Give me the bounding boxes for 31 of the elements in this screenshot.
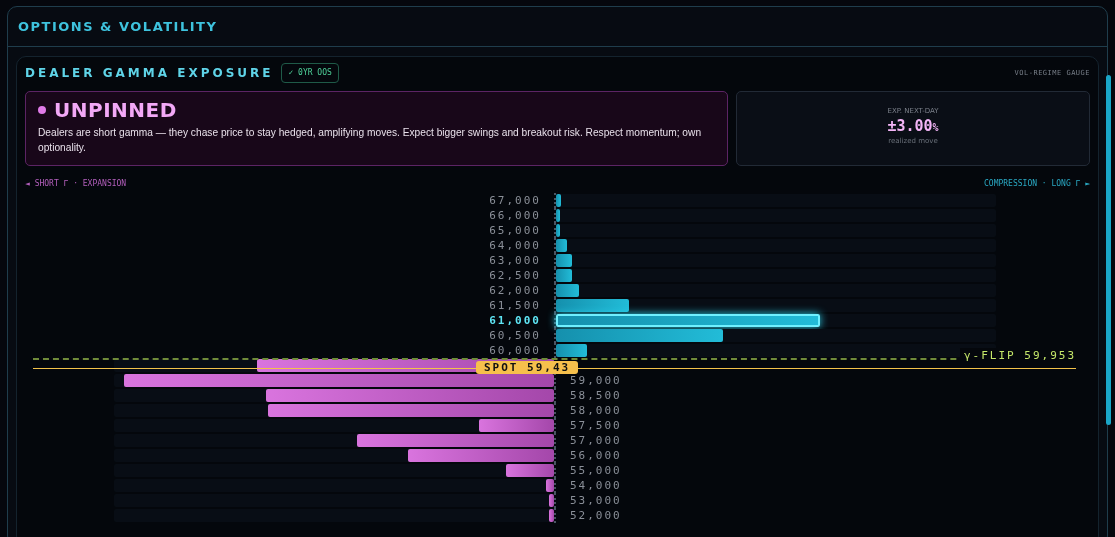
short-gamma-label: ◄ SHORT Γ · EXPANSION <box>25 178 127 190</box>
regime-description: Dealers are short gamma — they chase price to stay hedged, amplifying moves. Expect bigger swings and breakout risk. Respect momentum; own optionality. <box>38 126 703 155</box>
panel-title: OPTIONS & VOLATILITY <box>18 17 218 36</box>
strike-label: 67,000 <box>489 195 541 206</box>
strike-label: 55,000 <box>570 465 622 476</box>
strike-label: 56,000 <box>570 450 622 461</box>
scrollbar-thumb[interactable] <box>1106 75 1111 425</box>
strike-label: 64,000 <box>489 240 541 251</box>
strike-label: 59,000 <box>570 375 622 386</box>
strike-label: 62,500 <box>489 270 541 281</box>
strike-label: 62,000 <box>489 285 541 296</box>
status-tag: ✓ 0YR OOS <box>281 63 339 83</box>
regime-title: UNPINNED <box>54 100 177 120</box>
strike-label: 58,500 <box>570 390 622 401</box>
strike-label: 53,000 <box>570 495 622 506</box>
strike-label: 58,000 <box>570 405 622 416</box>
strike-label: 60,500 <box>489 330 541 341</box>
move-value: ±3.00% <box>886 116 940 136</box>
strike-label: 54,000 <box>570 480 622 491</box>
strike-label: 52,000 <box>570 510 622 521</box>
strike-label: 65,000 <box>489 225 541 236</box>
card-title: DEALER GAMMA EXPOSURE <box>25 65 274 82</box>
strike-label: 60,000 <box>489 345 541 356</box>
strike-label: 61,500 <box>489 300 541 311</box>
strike-label: 66,000 <box>489 210 541 221</box>
strike-label: 57,500 <box>570 420 622 431</box>
strike-label: 57,000 <box>570 435 622 446</box>
strike-label: 61,000 <box>489 315 541 326</box>
long-gamma-label: COMPRESSION · LONG Γ ► <box>984 178 1090 190</box>
strike-label: 63,000 <box>489 255 541 266</box>
spot-label: SPOT 59,43 <box>476 361 579 374</box>
